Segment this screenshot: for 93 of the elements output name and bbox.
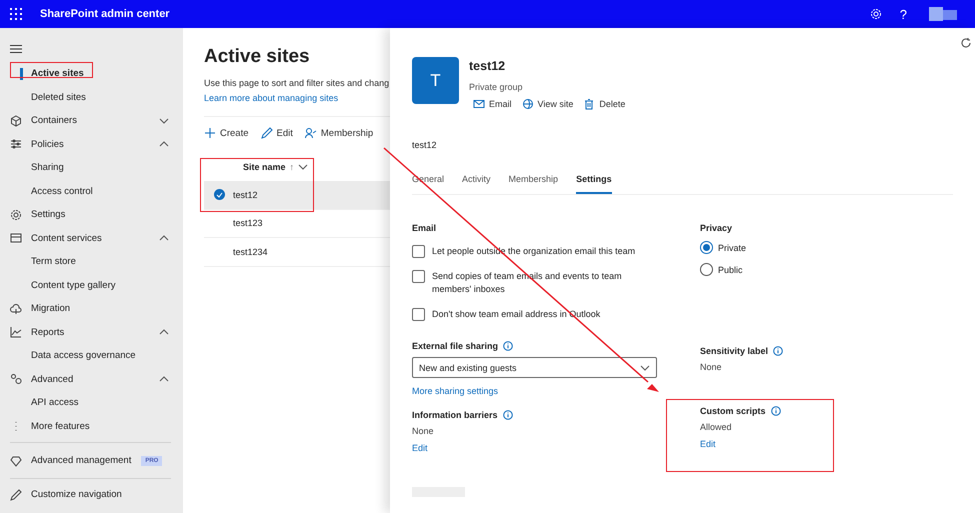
edit-link[interactable]: Edit: [412, 443, 428, 453]
nav-item[interactable]: Active sites: [0, 62, 183, 86]
action-button[interactable]: Delete: [583, 98, 626, 110]
page-description: Use this page to sort and filter sites and chang: [204, 78, 390, 88]
table-cell: test123: [233, 218, 263, 228]
chevron-icon: [298, 164, 308, 170]
section-heading: Sensitivity label: [700, 346, 768, 356]
toolbar-button[interactable]: Edit: [260, 127, 293, 139]
site-label: test12: [412, 140, 438, 150]
menu-icon[interactable]: [10, 44, 22, 54]
checkbox[interactable]: [412, 270, 425, 283]
nav-item[interactable]: Content type gallery: [0, 274, 183, 297]
radio-button[interactable]: [700, 241, 713, 254]
page-title: Active sites: [204, 46, 310, 68]
app-launcher-icon[interactable]: [10, 8, 22, 20]
column-label: Site name: [243, 162, 286, 172]
nav-item[interactable]: Containers: [0, 109, 183, 132]
toolbar-button[interactable]: Membership: [304, 127, 374, 139]
chevron-icon: [640, 364, 650, 370]
selection-indicator: [20, 68, 22, 80]
chevron-icon: [159, 376, 169, 382]
site-name: test12: [469, 59, 506, 73]
nav-item[interactable]: Deleted sites: [0, 86, 183, 109]
globe-icon: [522, 98, 534, 110]
nav-item[interactable]: Content services: [0, 226, 183, 250]
tab[interactable]: Membership: [508, 170, 558, 194]
radio-label: Private: [718, 242, 746, 252]
app-title: SharePoint admin center: [40, 8, 171, 20]
site-avatar: T: [412, 57, 459, 104]
edit-link[interactable]: Edit: [700, 439, 716, 449]
section-heading: Privacy: [700, 223, 734, 233]
nav-item[interactable]: Term store: [0, 250, 183, 274]
info-icon: [503, 341, 514, 351]
chevron-icon: [159, 141, 169, 148]
pencil-icon: [260, 127, 273, 139]
nav-item[interactable]: Migration: [0, 297, 183, 320]
sharing-dropdown[interactable]: New and existing guests: [412, 357, 657, 378]
nav-item[interactable]: Data access governance: [0, 344, 183, 368]
more-settings-link[interactable]: More sharing settings: [412, 386, 700, 396]
checkbox[interactable]: [412, 308, 425, 321]
setting-value: Allowed: [700, 422, 733, 432]
cube-icon: [10, 114, 22, 127]
diamond-icon: [10, 454, 22, 466]
chevron-icon: [159, 235, 169, 242]
check-icon: [214, 189, 225, 200]
nav-item[interactable]: Settings: [0, 203, 183, 226]
action-button[interactable]: Email: [473, 98, 512, 110]
settings-icon[interactable]: [870, 8, 882, 20]
nav-item[interactable]: Advanced: [0, 368, 183, 391]
tab[interactable]: Activity: [462, 170, 491, 194]
radio-button[interactable]: [700, 263, 713, 276]
settings-icon: [10, 208, 22, 221]
section-heading: Custom scripts: [700, 406, 766, 416]
sort-arrow: ↑: [290, 162, 294, 172]
site-type: Private group: [469, 82, 524, 92]
table-cell: test12: [233, 190, 258, 200]
nav-item[interactable]: API access: [0, 391, 183, 414]
nav-item[interactable]: Sharing: [0, 156, 183, 180]
nav-item[interactable]: Customize navigation: [0, 483, 183, 506]
chevron-icon: [159, 118, 169, 124]
checkbox[interactable]: [412, 245, 425, 258]
info-icon: [770, 406, 781, 416]
toolbar-button[interactable]: Create: [204, 127, 249, 139]
chart-icon: [10, 326, 22, 338]
section-heading: Email: [412, 223, 438, 233]
refresh-icon[interactable]: [960, 37, 972, 49]
people-icon: [304, 127, 317, 139]
boxes-icon: [10, 232, 22, 244]
nav-item[interactable]: Reports: [0, 320, 183, 344]
info-icon: [773, 346, 784, 356]
action-button[interactable]: View site: [522, 98, 574, 110]
tab[interactable]: Settings: [576, 170, 612, 194]
gears-icon: [10, 373, 22, 386]
chevron-icon: [159, 329, 169, 336]
section-heading: Information barriers: [412, 410, 498, 420]
help-button[interactable]: ?: [900, 6, 907, 22]
setting-value: None: [412, 426, 435, 436]
info-icon: [502, 410, 513, 420]
mail-icon: [473, 98, 485, 110]
trash-icon: [583, 98, 596, 110]
table-cell: test1234: [233, 246, 268, 257]
learn-more-link[interactable]: Learn more about managing sites: [204, 93, 338, 103]
setting-value: None: [700, 362, 723, 372]
pencil-icon: [10, 488, 22, 501]
nav-item[interactable]: More features: [0, 414, 183, 438]
radio-label: Public: [718, 264, 743, 274]
column-header[interactable]: Site name ↑: [204, 153, 394, 181]
nav-item[interactable]: Policies: [0, 132, 183, 156]
cloud-icon: [10, 302, 22, 315]
nav-item[interactable]: Access control: [0, 180, 183, 203]
sliders-icon: [10, 138, 22, 150]
plus-icon: [204, 127, 216, 139]
section-heading: External file sharing: [412, 341, 498, 351]
